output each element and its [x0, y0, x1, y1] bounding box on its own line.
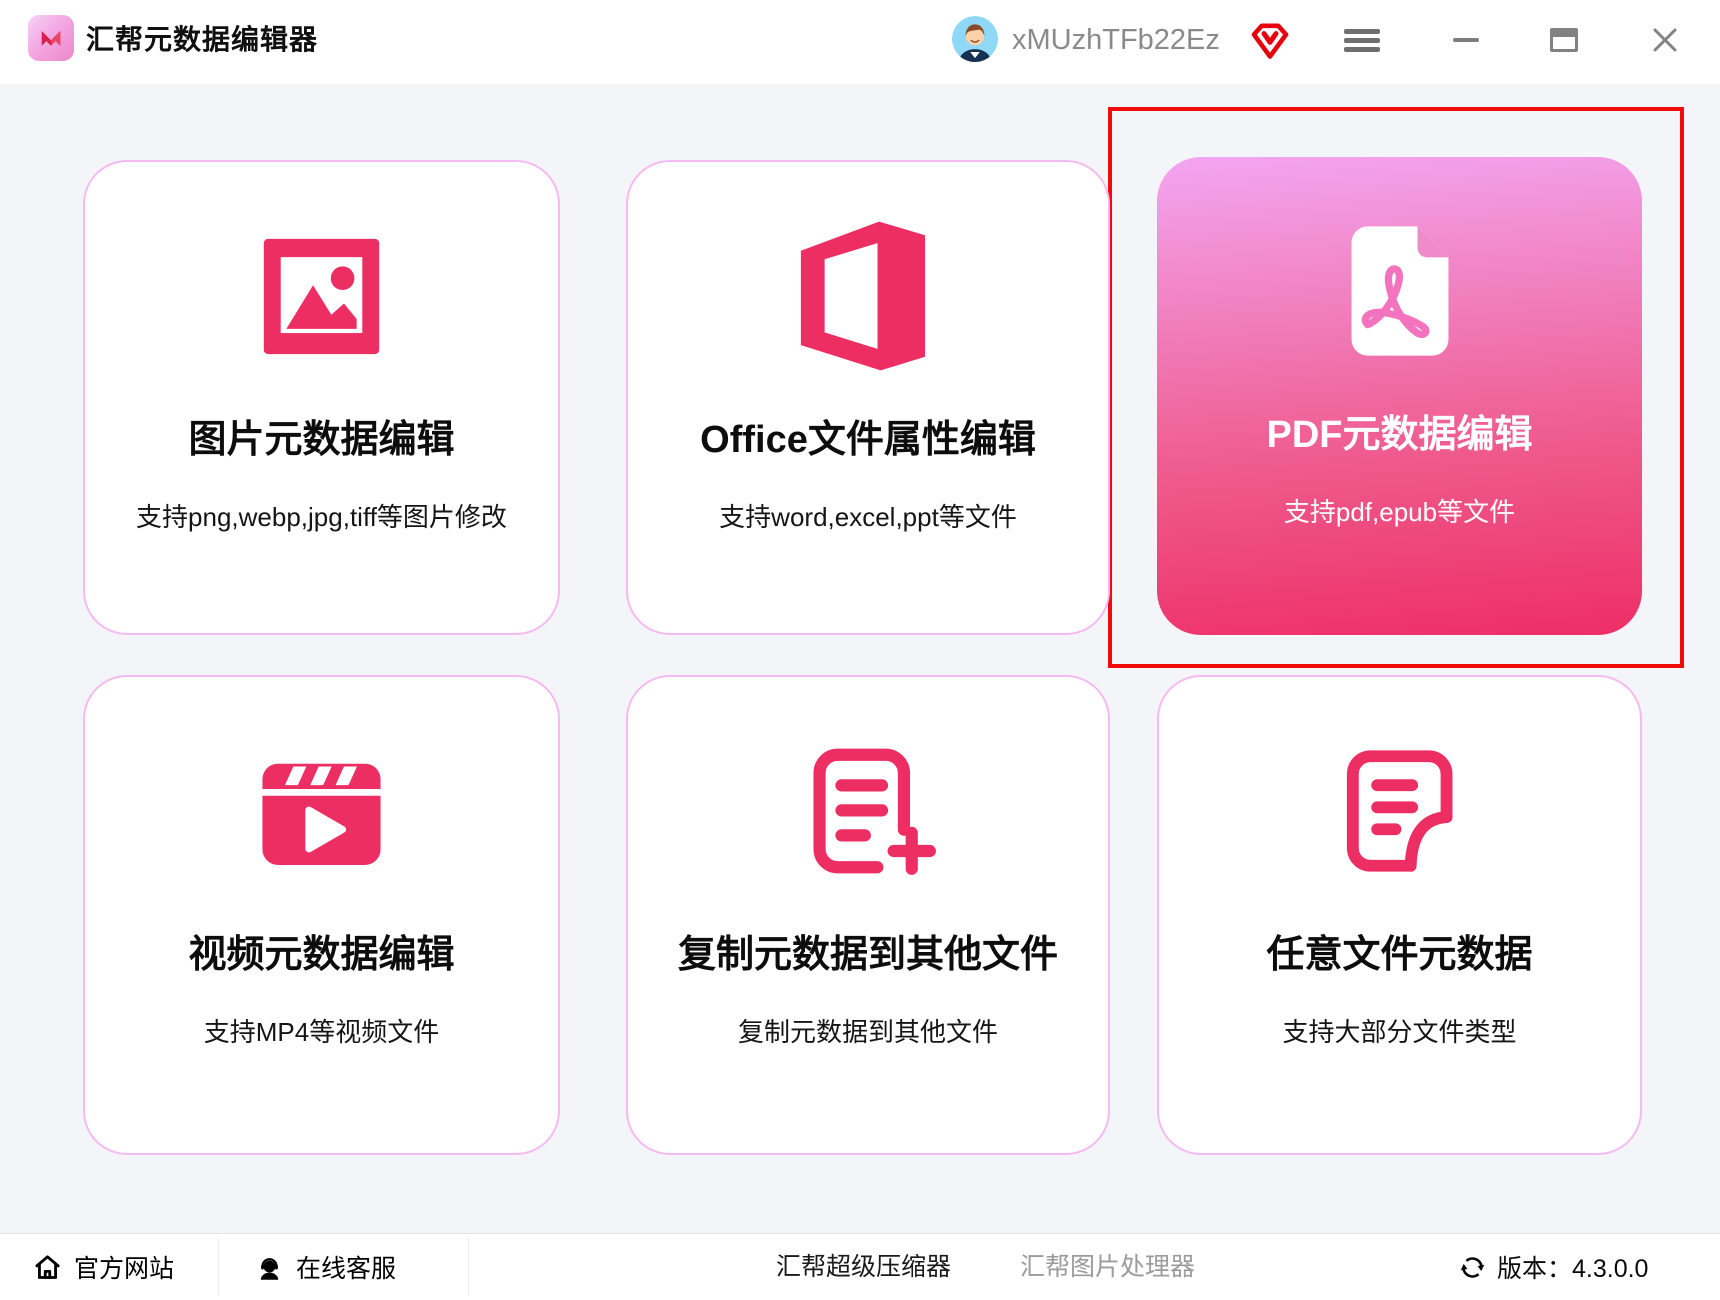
maximize-button[interactable]: [1542, 18, 1586, 62]
card-subtitle: 支持word,excel,ppt等文件: [719, 502, 1017, 532]
super-compressor-link[interactable]: 汇帮超级压缩器: [776, 1234, 951, 1300]
card-office-properties-edit[interactable]: Office文件属性编辑 支持word,excel,ppt等文件: [626, 160, 1110, 635]
headset-icon: [260, 1257, 279, 1280]
official-website-label: 官方网站: [74, 1255, 175, 1283]
image-processor-link[interactable]: 汇帮图片处理器: [1020, 1234, 1195, 1300]
card-pdf-metadata-edit[interactable]: PDF元数据编辑 支持pdf,epub等文件: [1157, 157, 1642, 635]
maximize-icon: [1550, 28, 1578, 52]
video-icon: [254, 735, 389, 887]
refresh-icon: [1460, 1256, 1485, 1278]
close-button[interactable]: [1643, 18, 1687, 62]
online-service-link[interactable]: 在线客服: [254, 1234, 396, 1300]
official-website-link[interactable]: 官方网站: [32, 1234, 174, 1300]
card-title: PDF元数据编辑: [1266, 414, 1533, 456]
footer: 官方网站 在线客服 汇帮超级压缩器 汇帮图片处理器 版本：4.3.0.0: [0, 1233, 1720, 1300]
card-subtitle: 复制元数据到其他文件: [737, 1017, 998, 1047]
username-label[interactable]: xMUzhTFb22Ez: [1012, 0, 1220, 80]
online-service-label: 在线客服: [296, 1255, 397, 1283]
card-video-metadata-edit[interactable]: 视频元数据编辑 支持MP4等视频文件: [83, 675, 560, 1155]
footer-divider: [218, 1238, 219, 1296]
card-title: 视频元数据编辑: [188, 934, 455, 976]
version-update-button[interactable]: 版本：4.3.0.0: [1458, 1234, 1648, 1300]
vip-badge-icon[interactable]: [1248, 18, 1292, 62]
card-title: 任意文件元数据: [1266, 934, 1533, 976]
version-label: 版本：4.3.0.0: [1497, 1255, 1649, 1283]
app-title: 汇帮元数据编辑器: [86, 24, 319, 55]
pdf-icon: [1338, 215, 1462, 367]
card-title: 图片元数据编辑: [188, 419, 455, 461]
app-window: 汇帮元数据编辑器 xMUzhTFb22Ez 图片元数据编辑 支持png,webp…: [0, 0, 1720, 1300]
footer-divider: [468, 1238, 469, 1296]
card-subtitle: 支持大部分文件类型: [1282, 1017, 1517, 1047]
copy-metadata-icon: [793, 735, 943, 887]
card-title: Office文件属性编辑: [700, 419, 1036, 461]
card-copy-metadata[interactable]: 复制元数据到其他文件 复制元数据到其他文件: [626, 675, 1110, 1155]
office-icon: [798, 220, 938, 372]
card-subtitle: 支持MP4等视频文件: [203, 1017, 440, 1047]
minimize-button[interactable]: [1444, 18, 1488, 62]
home-icon: [35, 1254, 60, 1279]
card-any-file-metadata[interactable]: 任意文件元数据 支持大部分文件类型: [1157, 675, 1642, 1155]
any-file-icon: [1327, 735, 1473, 887]
hamburger-menu-icon[interactable]: [1344, 24, 1380, 56]
card-subtitle: 支持png,webp,jpg,tiff等图片修改: [136, 502, 507, 532]
card-image-metadata-edit[interactable]: 图片元数据编辑 支持png,webp,jpg,tiff等图片修改: [83, 160, 560, 635]
image-icon: [254, 220, 389, 372]
app-logo-icon: [28, 15, 74, 61]
card-subtitle: 支持pdf,epub等文件: [1283, 497, 1516, 527]
card-title: 复制元数据到其他文件: [677, 934, 1058, 976]
titlebar: 汇帮元数据编辑器 xMUzhTFb22Ez: [0, 0, 1720, 84]
user-avatar[interactable]: [952, 16, 998, 62]
